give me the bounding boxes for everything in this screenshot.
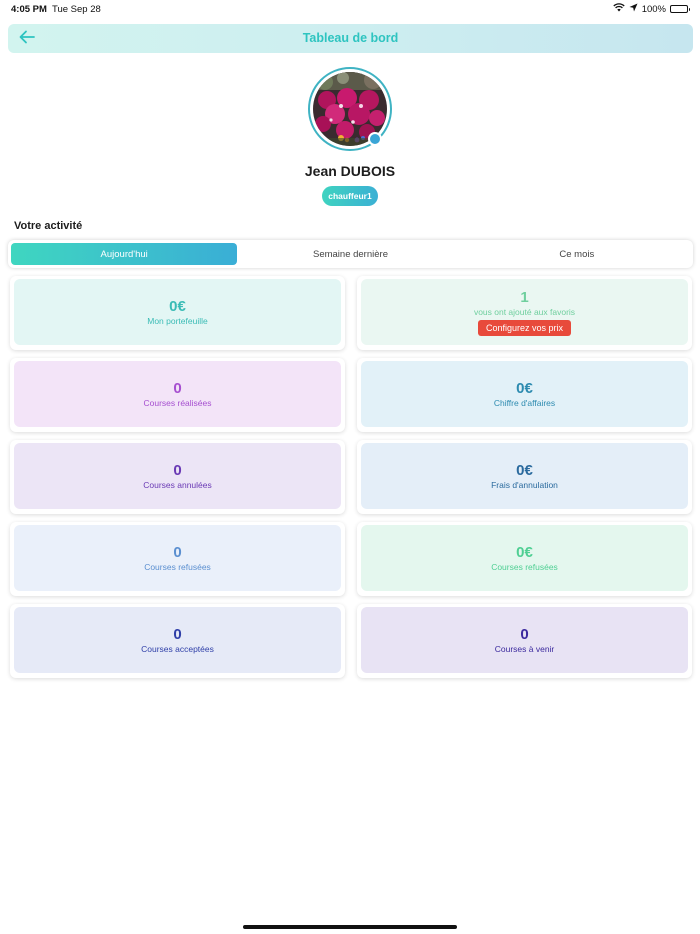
stat-card-completed-rides[interactable]: 0 Courses réalisées xyxy=(10,358,345,432)
home-indicator[interactable] xyxy=(243,925,457,929)
stat-label: vous ont ajouté aux favoris xyxy=(473,306,576,317)
stat-label: Courses réalisées xyxy=(143,398,212,408)
status-time: 4:05 PM xyxy=(11,4,47,15)
period-tabs: Aujourd'hui Semaine dernière Ce mois xyxy=(8,240,693,268)
stat-label: Courses acceptées xyxy=(141,644,214,654)
stat-label: Courses refusées xyxy=(144,562,211,572)
stat-value: 0 xyxy=(520,626,529,643)
activity-section-title: Votre activité xyxy=(14,220,83,232)
stat-card-upcoming-rides[interactable]: 0 Courses à venir xyxy=(357,604,692,678)
stat-card-favorites[interactable]: 1 vous ont ajouté aux favoris Configurez… xyxy=(357,276,692,350)
stat-value: 0€ xyxy=(516,462,533,479)
stat-value: 0€ xyxy=(169,298,186,315)
stat-card-refused-rides[interactable]: 0 Courses refusées xyxy=(10,522,345,596)
header-bar: Tableau de bord xyxy=(8,24,693,53)
stat-card-cancellation-fees[interactable]: 0€ Frais d'annulation xyxy=(357,440,692,514)
stat-card-wallet[interactable]: 0€ Mon portefeuille xyxy=(10,276,345,350)
tab-this-month[interactable]: Ce mois xyxy=(464,243,690,265)
stat-card-accepted-rides[interactable]: 0 Courses acceptées xyxy=(10,604,345,678)
stat-value: 0€ xyxy=(516,380,533,397)
stat-value: 0 xyxy=(173,380,182,397)
page-title: Tableau de bord xyxy=(302,31,399,45)
stat-label: Frais d'annulation xyxy=(491,480,558,490)
stat-value: 0 xyxy=(173,544,182,561)
battery-icon xyxy=(670,5,690,13)
stat-value: 0€ xyxy=(516,544,533,561)
stat-label: Mon portefeuille xyxy=(147,316,208,326)
location-icon xyxy=(629,3,638,15)
user-name: Jean DUBOIS xyxy=(304,163,396,179)
stats-grid: 0€ Mon portefeuille 1 vous ont ajouté au… xyxy=(10,276,692,678)
status-date: Tue Sep 28 xyxy=(52,4,101,15)
stat-card-revenue[interactable]: 0€ Chiffre d'affaires xyxy=(357,358,692,432)
status-indicators: 100% xyxy=(613,3,690,15)
stat-value: 0 xyxy=(173,626,182,643)
stat-value: 0 xyxy=(173,462,182,479)
stat-label: Chiffre d'affaires xyxy=(493,398,556,408)
avatar[interactable] xyxy=(308,67,392,151)
stat-label: Courses à venir xyxy=(494,644,555,654)
wifi-icon xyxy=(613,3,625,15)
stat-card-cancelled-rides[interactable]: 0 Courses annulées xyxy=(10,440,345,514)
stat-card-refused-rides-amount[interactable]: 0€ Courses refusées xyxy=(357,522,692,596)
battery-percentage: 100% xyxy=(641,3,666,15)
configure-prices-button[interactable]: Configurez vos prix xyxy=(477,319,572,336)
status-bar: 4:05 PM Tue Sep 28 100% xyxy=(0,0,700,18)
online-status-dot xyxy=(368,132,382,146)
tab-today[interactable]: Aujourd'hui xyxy=(11,243,238,265)
stat-value: 1 xyxy=(520,288,529,306)
tab-last-week[interactable]: Semaine dernière xyxy=(237,243,463,265)
role-badge: chauffeur1 xyxy=(322,186,378,206)
stat-label: Courses annulées xyxy=(143,480,212,490)
stat-label: Courses refusées xyxy=(491,562,558,572)
